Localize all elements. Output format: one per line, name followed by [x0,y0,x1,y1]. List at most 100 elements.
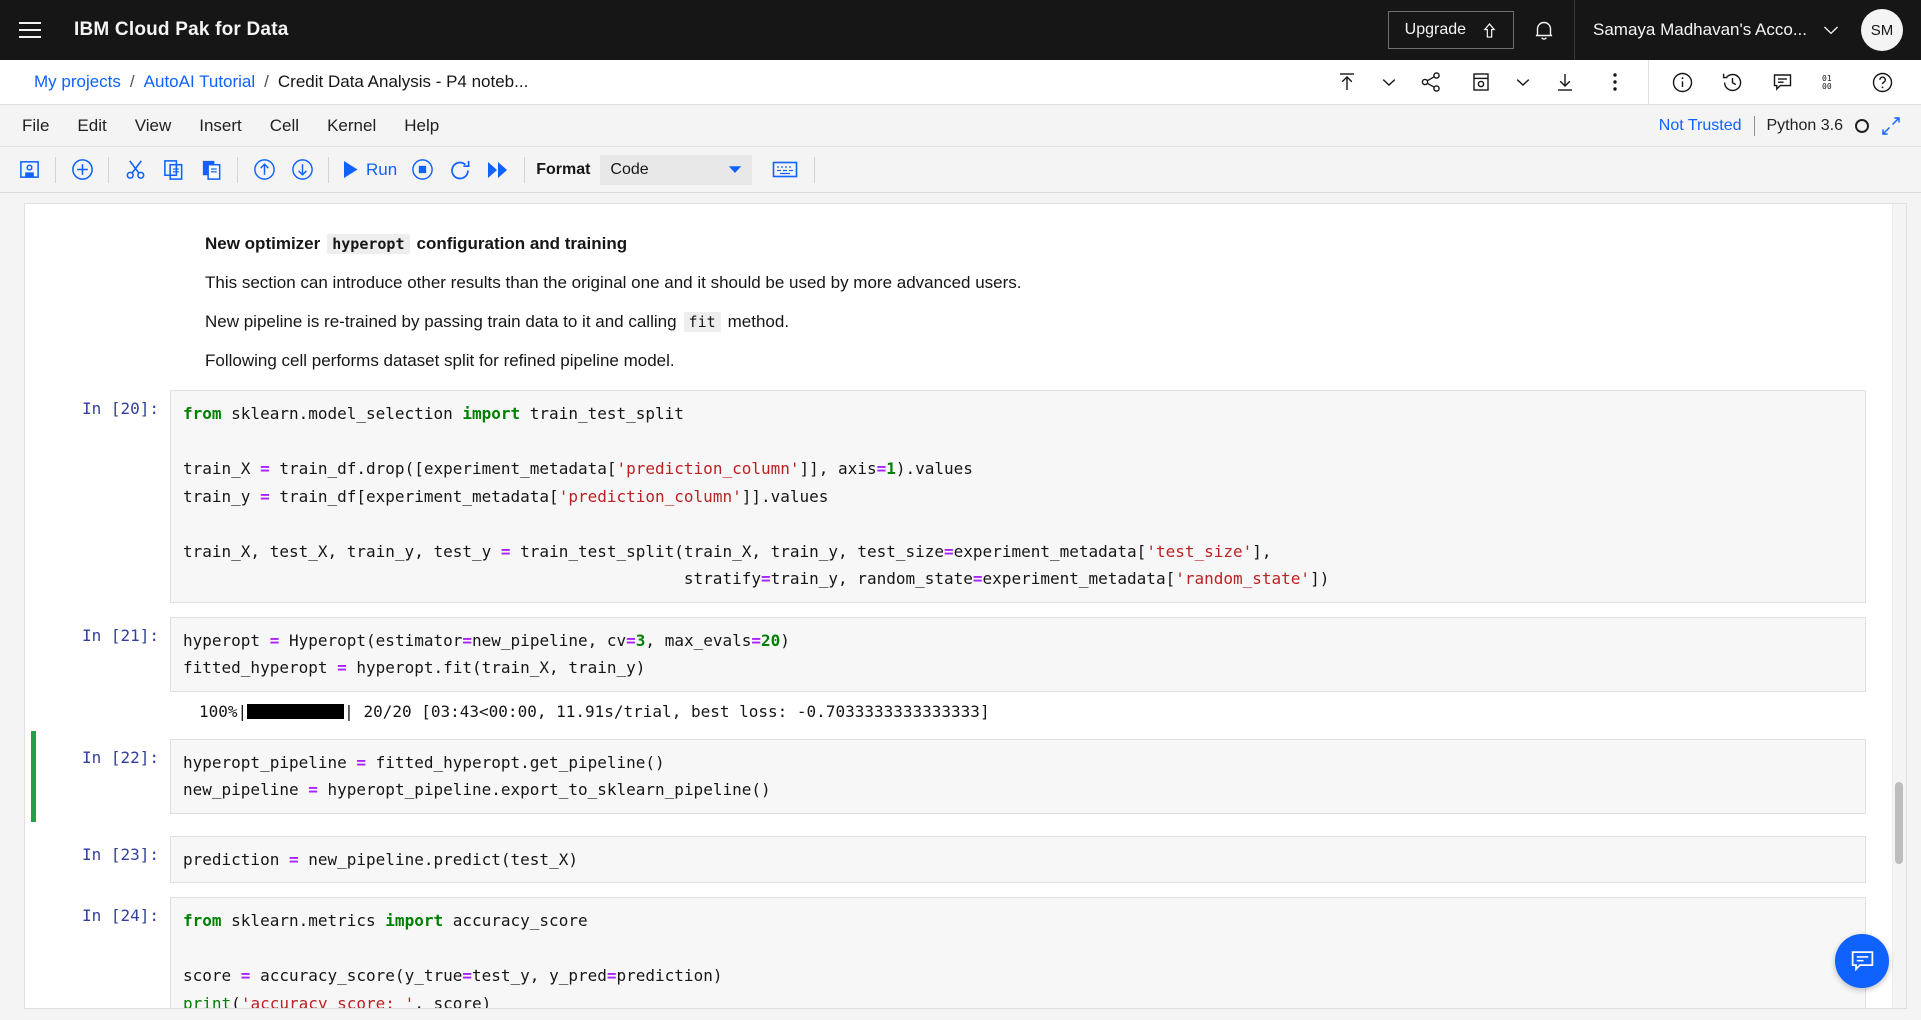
promote-dropdown-button[interactable] [1372,60,1406,105]
notebook-cell[interactable]: In [21]: hyperopt = Hyperopt(estimator=n… [65,617,1866,692]
run-button[interactable]: Run [336,160,403,180]
product-brand: IBM Cloud Pak for Data [74,19,289,41]
scrollbar-thumb[interactable] [1895,782,1903,864]
fast-forward-icon [486,160,510,180]
cut-button[interactable] [116,151,154,189]
code-icon: 01 00 [1820,73,1844,91]
brand-ibm: IBM [74,19,109,40]
toolbar-divider [55,157,56,183]
restart-run-all-button[interactable] [479,151,517,189]
cell-prompt: In [21]: [65,617,170,645]
share-icon [1420,71,1442,93]
paste-button[interactable] [192,151,230,189]
notebook-scrollbar[interactable] [1892,204,1906,1008]
code-editor[interactable]: prediction = new_pipeline.predict(test_X… [170,836,1866,884]
restart-kernel-button[interactable] [441,151,479,189]
cell-prompt: In [23]: [65,836,170,864]
information-button[interactable] [1657,60,1707,105]
account-name: Samaya Madhavan's Acco... [1593,20,1807,40]
notebook-canvas: New optimizer hyperopt configuration and… [24,203,1907,1009]
add-cell-icon [70,157,95,182]
menu-help[interactable]: Help [390,105,453,147]
menu-file[interactable]: File [8,105,63,147]
breadcrumb-item-autoai-tutorial[interactable]: AutoAI Tutorial [144,72,256,92]
brand-name: Cloud Pak for Data [115,19,289,40]
paragraph-2-post: method. [728,312,789,332]
keyboard-shortcuts-button[interactable] [766,151,804,189]
heading-inline-code: hyperopt [327,234,409,254]
hamburger-menu-icon[interactable] [0,0,60,60]
avatar[interactable]: SM [1861,9,1903,51]
move-up-icon [252,157,277,182]
notebook-cell[interactable]: In [24]: from sklearn.metrics import acc… [65,897,1866,1009]
chat-support-button[interactable] [1835,934,1889,988]
code-editor[interactable]: hyperopt = Hyperopt(estimator=new_pipeli… [170,617,1866,692]
notifications-button[interactable] [1514,0,1574,60]
breadcrumb-item-my-projects[interactable]: My projects [34,72,121,92]
share-button[interactable] [1406,60,1456,105]
insert-cell-button[interactable] [63,151,101,189]
upgrade-button[interactable]: Upgrade [1388,11,1514,49]
copy-icon [162,158,185,181]
cell-output: 100%|| 20/20 [03:43<00:00, 11.91s/trial,… [65,698,1866,721]
menu-edit[interactable]: Edit [63,105,120,147]
code-editor[interactable]: from sklearn.model_selection import trai… [170,390,1866,603]
information-icon [1671,71,1694,94]
history-button[interactable] [1707,60,1757,105]
move-cell-up-button[interactable] [245,151,283,189]
code-editor[interactable]: hyperopt_pipeline = fitted_hyperopt.get_… [170,739,1866,814]
breadcrumb-separator: / [130,72,135,92]
versions-dropdown-button[interactable] [1506,60,1540,105]
notebook-cell[interactable]: In [20]: from sklearn.model_selection im… [65,390,1866,603]
upgrade-arrow-icon [1482,22,1497,39]
keyboard-icon [772,160,798,179]
cell-format-select[interactable]: Code [600,155,752,185]
menu-kernel[interactable]: Kernel [313,105,390,147]
interrupt-kernel-button[interactable] [403,151,441,189]
paragraph-2-pre: New pipeline is re-trained by passing tr… [205,312,677,332]
notebook-menu-bar: File Edit View Insert Cell Kernel Help N… [0,105,1921,147]
expand-icon[interactable] [1881,116,1901,136]
versions-button[interactable] [1456,60,1506,105]
comment-icon [1771,71,1794,94]
comments-button[interactable] [1757,60,1807,105]
account-switcher[interactable]: Samaya Madhavan's Acco... [1575,0,1857,60]
format-label: Format [536,161,590,179]
save-icon [18,158,41,181]
download-button[interactable] [1540,60,1590,105]
cell-prompt: In [20]: [65,390,170,418]
markdown-cell[interactable]: New optimizer hyperopt configuration and… [65,234,1866,371]
upgrade-label: Upgrade [1405,21,1466,39]
breadcrumb-item-current: Credit Data Analysis - P4 noteb... [278,72,528,92]
toolbar-divider [108,157,109,183]
menu-view[interactable]: View [121,105,186,147]
copy-button[interactable] [154,151,192,189]
menu-cell[interactable]: Cell [256,105,313,147]
breadcrumb-separator: / [264,72,269,92]
chevron-down-icon [1823,25,1839,36]
notebook-cell-selected[interactable]: In [22]: hyperopt_pipeline = fitted_hype… [31,731,1866,822]
overflow-menu-button[interactable] [1590,60,1640,105]
notebook-cell[interactable]: In [23]: prediction = new_pipeline.predi… [65,836,1866,884]
chevron-down-icon [1516,78,1530,87]
notebook-cells-container: New optimizer hyperopt configuration and… [25,204,1906,1009]
download-icon [1554,71,1576,93]
run-label: Run [366,160,397,180]
trust-status[interactable]: Not Trusted [1659,117,1742,135]
help-button[interactable] [1857,60,1907,105]
toolbar-divider [237,157,238,183]
bell-icon [1533,19,1555,42]
chevron-down-icon [728,165,742,174]
cut-icon [124,158,147,181]
move-cell-down-button[interactable] [283,151,321,189]
save-button[interactable] [10,151,48,189]
overflow-menu-icon [1612,71,1618,93]
menu-insert[interactable]: Insert [185,105,256,147]
promote-button[interactable] [1322,60,1372,105]
markdown-heading: New optimizer hyperopt configuration and… [205,234,1866,254]
paste-icon [200,158,223,181]
code-snippets-button[interactable]: 01 00 [1807,60,1857,105]
paragraph-2-inline-code: fit [684,312,721,332]
cell-prompt: In [22]: [65,739,170,767]
code-editor[interactable]: from sklearn.metrics import accuracy_sco… [170,897,1866,1009]
